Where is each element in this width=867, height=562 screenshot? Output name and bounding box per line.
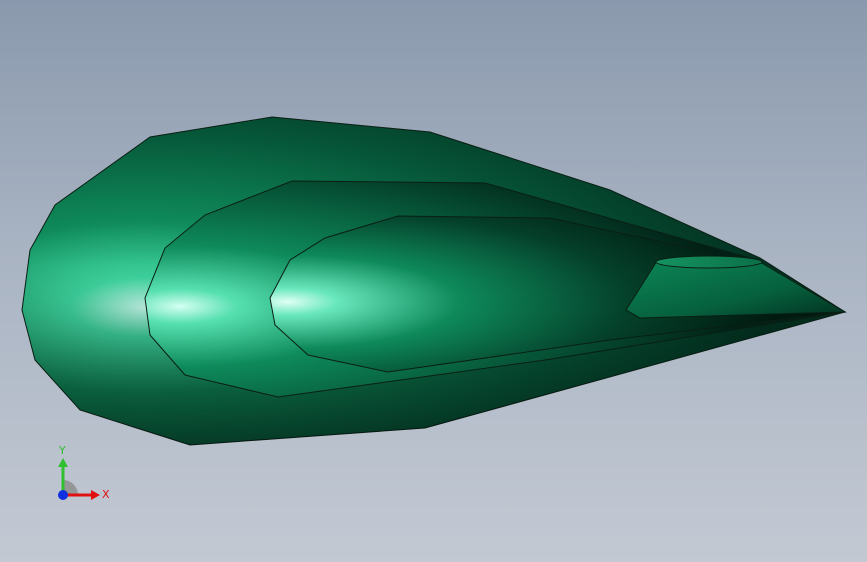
y-axis-arrowhead [58,458,68,467]
nose-cap-face[interactable] [655,255,763,269]
z-axis-indicator [58,490,68,500]
nose-tip-surface[interactable] [625,260,847,319]
y-axis-label: Y [58,444,66,457]
3d-model-view[interactable] [0,0,867,562]
graphics-viewport[interactable]: Y X [0,0,867,562]
x-axis-label: X [102,488,110,501]
x-axis-arrowhead [91,490,100,500]
view-orientation-triad[interactable]: Y X [50,440,120,510]
